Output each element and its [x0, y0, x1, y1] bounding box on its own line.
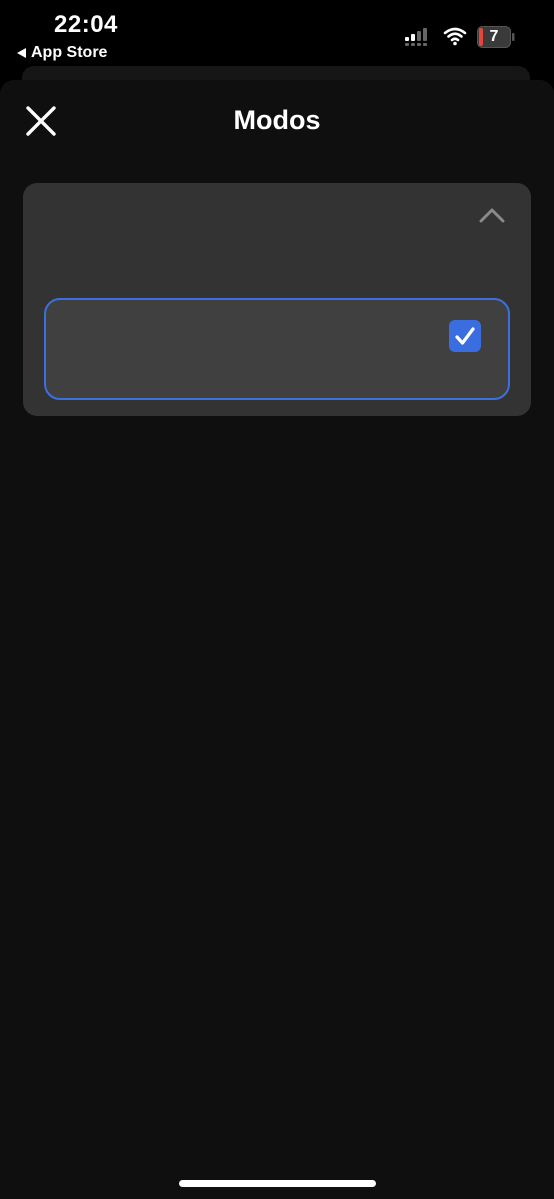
page-title: Modos: [233, 105, 321, 135]
home-indicator[interactable]: [179, 1180, 376, 1187]
status-bar: 22:04 App Store 7: [0, 0, 554, 70]
mode-option-selected[interactable]: [44, 298, 510, 400]
mode-checkbox[interactable]: [449, 320, 481, 352]
battery-level: 7: [489, 28, 499, 45]
chevron-up-icon[interactable]: [478, 205, 506, 225]
back-app-label: App Store: [31, 44, 108, 61]
back-to-app-store-link[interactable]: App Store: [17, 44, 107, 62]
cellular-signal-icon: [405, 28, 427, 46]
back-triangle-icon: [17, 48, 26, 58]
wifi-icon: [443, 27, 467, 46]
status-time: 22:04: [54, 11, 118, 38]
checkmark-icon: [455, 327, 475, 345]
